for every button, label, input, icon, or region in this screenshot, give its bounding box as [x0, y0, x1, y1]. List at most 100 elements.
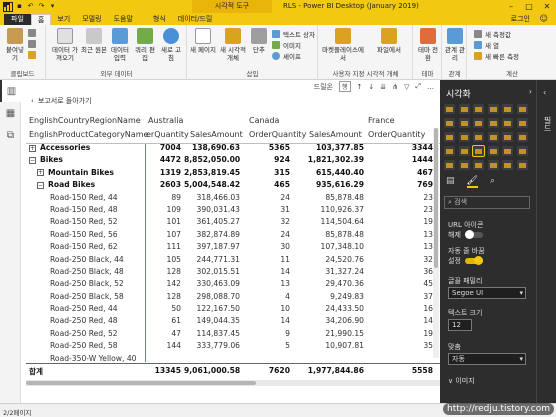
tab-home[interactable]: 홈 [30, 14, 52, 25]
column-header-australia[interactable]: Australia [148, 116, 183, 125]
column-header-sales-amount[interactable]: SalesAmount [309, 130, 362, 139]
undo-icon[interactable]: ↶ [26, 2, 35, 11]
collapse-icon[interactable]: − [37, 181, 44, 189]
visual-type-icon[interactable] [458, 160, 470, 170]
recent-sources-button[interactable]: 최근 원본 [81, 28, 107, 54]
visual-type-icon[interactable] [473, 160, 484, 170]
visual-type-icon[interactable] [502, 160, 513, 170]
visual-type-icon[interactable] [444, 160, 455, 170]
next-level-icon[interactable]: ⇊ [380, 83, 386, 91]
toggle-track[interactable] [464, 256, 483, 265]
table-row[interactable]: Road-250 Red, 52 47 114,837.45 9 21,990.15 19 [26, 328, 440, 340]
table-row[interactable]: Road-250 Red, 58 144 333,779.06 5 10,907.81 3… [26, 340, 440, 352]
fields-tab-icon[interactable]: ▤ [446, 176, 455, 188]
expand-icon[interactable]: + [37, 169, 44, 177]
maximize-icon[interactable]: □ [520, 0, 538, 13]
tab-file[interactable]: 파일 [4, 14, 31, 25]
visual-type-icon[interactable] [516, 104, 528, 114]
cut-button[interactable] [28, 29, 36, 37]
buttons-button[interactable]: 단추 [250, 28, 268, 54]
visual-type-icon[interactable] [472, 145, 485, 157]
column-header-france[interactable]: France [368, 116, 395, 125]
visual-type-icon[interactable] [516, 118, 528, 128]
word-wrap-toggle[interactable]: 설정 [448, 256, 483, 266]
visual-type-icon[interactable] [473, 104, 484, 114]
table-row[interactable]: + Accessories 7004 138,690.63 5365 103,377.85… [26, 142, 440, 154]
visual-type-icon[interactable] [444, 118, 455, 128]
drill-on-select[interactable]: 행 [338, 81, 351, 92]
analytics-tab-icon[interactable]: ⌕ [490, 176, 495, 188]
column-header-order-qty[interactable]: OrderQuantity [249, 130, 306, 139]
visual-type-icon[interactable] [516, 132, 528, 142]
visual-type-icon[interactable] [444, 146, 455, 156]
enter-data-button[interactable]: 데이터 입력 [108, 28, 132, 62]
textbox-button[interactable]: 텍스트 상자 [272, 29, 315, 39]
tab-format[interactable]: 형식 [147, 14, 172, 25]
feedback-smiley-icon[interactable]: ☺ [540, 14, 548, 23]
visual-type-icon[interactable] [458, 132, 470, 142]
report-view-icon[interactable]: ▥ [0, 80, 21, 102]
table-row[interactable]: Road-150 Red, 62 111 397,187.97 30 107,348.1… [26, 241, 440, 253]
text-size-stepper[interactable]: 12 [448, 319, 472, 331]
close-icon[interactable]: ✕ [538, 0, 556, 13]
edit-queries-button[interactable]: 쿼리 편집 [133, 28, 157, 62]
table-row[interactable]: Road-250 Black, 52 142 330,463.09 13 29,470.… [26, 278, 440, 290]
visual-type-icon[interactable] [444, 132, 455, 142]
new-visual-button[interactable]: 새 시각적 개체 [218, 28, 248, 62]
visual-type-icon[interactable] [516, 146, 528, 156]
image-section-toggle[interactable]: ∨ 이미지 [448, 376, 475, 386]
format-search-input[interactable]: ⌕ 검색 [444, 196, 530, 209]
visual-type-icon[interactable] [473, 132, 484, 142]
visual-type-icon[interactable] [487, 146, 499, 156]
font-family-select[interactable]: Segoe UI [448, 287, 526, 299]
matrix-vertical-scrollbar[interactable] [433, 128, 439, 358]
visual-type-icon[interactable] [516, 160, 528, 170]
new-page-button[interactable]: 새 페이지 [190, 28, 216, 54]
paste-button[interactable]: 붙여넣기 [4, 28, 26, 62]
image-button[interactable]: 이미지 [272, 40, 301, 50]
table-row[interactable]: Road-250 Red, 48 61 149,044.35 14 34,206.90 1… [26, 315, 440, 327]
format-tab-icon[interactable]: 🖌 [466, 176, 478, 188]
manage-relationships-button[interactable]: 관계 관리 [444, 28, 466, 62]
switch-theme-button[interactable]: 테마 전환 [416, 28, 440, 62]
focus-mode-icon[interactable]: ⤢ [415, 82, 421, 91]
back-to-report-button[interactable]: ‹ 보고서로 돌아가기 [31, 96, 92, 106]
visual-type-icon[interactable] [487, 160, 499, 170]
alignment-select[interactable]: 자동 [448, 353, 526, 365]
tab-modeling[interactable]: 모델링 [76, 14, 107, 25]
visual-type-icon[interactable] [487, 132, 499, 142]
model-view-icon[interactable]: ⧉ [0, 124, 21, 146]
matrix-visual[interactable]: EnglishCountryRegionName Australia Canad… [26, 114, 440, 365]
table-row[interactable]: Road-250 Black, 44 105 244,771.31 11 24,520.… [26, 254, 440, 266]
new-column-button[interactable]: 새 열 [474, 40, 499, 50]
table-row[interactable]: Road-150 Red, 52 101 361,405.27 32 114,504.6… [26, 216, 440, 228]
redo-icon[interactable]: ↷ [37, 2, 46, 11]
new-measure-button[interactable]: 새 측정값 [474, 29, 511, 39]
visual-type-icon[interactable] [473, 118, 484, 128]
row-header-category[interactable]: EnglishProductCategoryName [29, 130, 148, 139]
tab-help[interactable]: 도움말 [108, 14, 139, 25]
data-view-icon[interactable]: ▦ [0, 102, 21, 124]
expand-pane-icon[interactable]: ‹ [543, 88, 546, 97]
visual-type-icon[interactable] [487, 104, 499, 114]
customize-arrow-icon[interactable]: ▾ [48, 2, 57, 11]
more-options-icon[interactable]: … [427, 83, 434, 91]
table-row[interactable]: Road-250 Black, 58 128 298,088.70 4 9,249.83… [26, 291, 440, 303]
drill-up-icon[interactable]: ↑ [357, 83, 363, 91]
collapse-icon[interactable]: − [29, 156, 36, 164]
visual-type-icon[interactable] [502, 118, 513, 128]
visual-type-icon[interactable] [444, 104, 455, 114]
copy-button[interactable] [28, 40, 36, 48]
scroll-thumb[interactable] [434, 128, 438, 268]
column-header-sales-amount[interactable]: SalesAmount [190, 130, 243, 139]
table-row[interactable]: Road-250 Black, 48 128 302,015.51 14 31,327.… [26, 266, 440, 278]
table-row[interactable]: + Mountain Bikes 1319 2,853,819.45 315 615,44… [26, 167, 440, 179]
column-header-order-qty[interactable]: OrderQuantity [368, 130, 425, 139]
marketplace-button[interactable]: 마켓플레이스에서 [321, 28, 365, 62]
visual-type-icon[interactable] [502, 132, 513, 142]
filter-icon[interactable]: ▽ [404, 83, 409, 91]
shapes-button[interactable]: 셰이프 [272, 51, 301, 61]
table-row[interactable]: − Road Bikes 2603 5,004,548.42 465 935,616.29… [26, 179, 440, 191]
visual-type-icon[interactable] [458, 118, 470, 128]
visual-type-icon[interactable] [502, 104, 513, 114]
